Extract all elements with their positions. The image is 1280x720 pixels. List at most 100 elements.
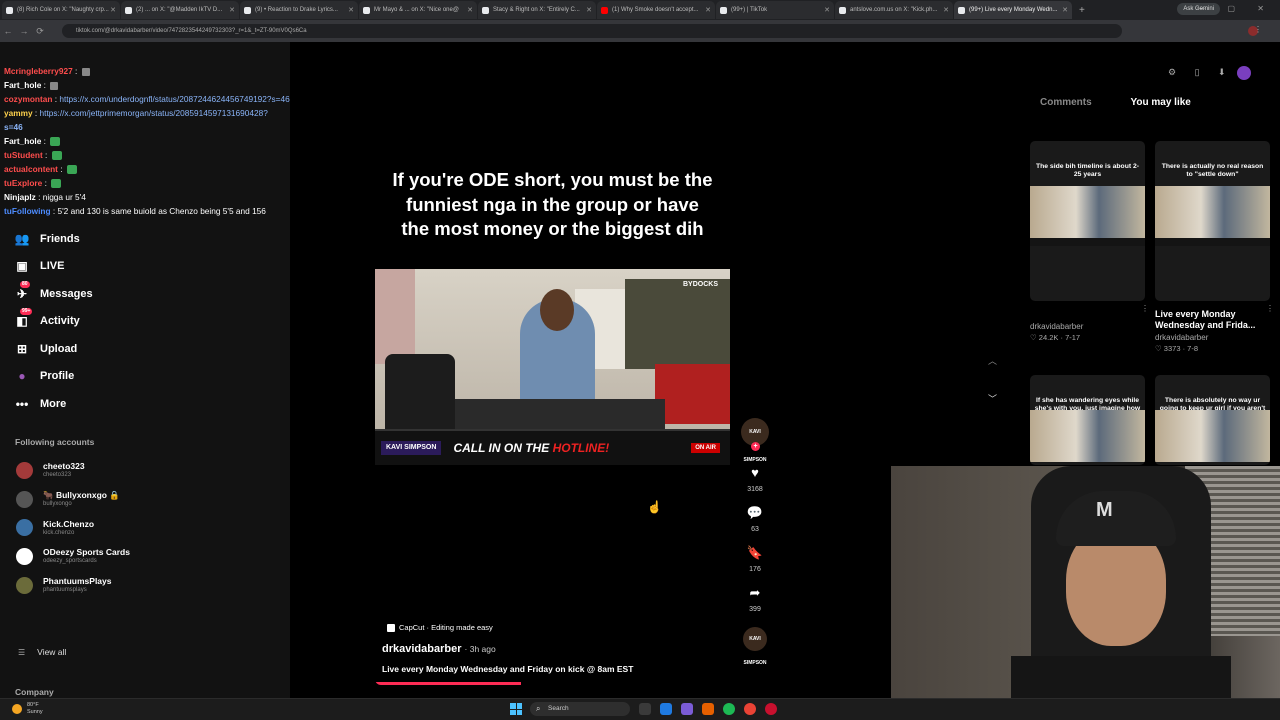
close-tab-icon[interactable]: ✕ — [1062, 6, 1068, 14]
follow-plus-icon[interactable]: + — [751, 442, 760, 451]
chat-username[interactable]: tuFollowing — [4, 206, 51, 216]
browser-tab[interactable]: (9) • Reaction to Drake Lyrics... ✕ — [240, 1, 358, 19]
windows-start-icon[interactable] — [510, 703, 522, 715]
tab-comments[interactable]: Comments — [1040, 97, 1092, 108]
avatar — [16, 576, 33, 594]
capcut-tag[interactable]: CapCut · Editing made easy — [387, 623, 493, 632]
banner-name: KAVI SIMPSON — [381, 441, 442, 455]
video-thumbnail[interactable]: There is actually no real reason to "set… — [1155, 141, 1270, 301]
rec-author[interactable]: drkavidabarber — [1030, 322, 1145, 331]
thumbnail-banner — [1155, 238, 1270, 246]
browser-tab[interactable]: (8) Rich Cole on X: "Naughty crp... ✕ — [2, 1, 120, 19]
reload-icon[interactable]: ⟳ — [32, 26, 48, 37]
sidebar-item-messages[interactable]: ✈ 80 Messages — [14, 280, 93, 308]
chat-username[interactable]: Mcringleberry927 — [4, 66, 73, 76]
rec-author[interactable]: drkavidabarber — [1155, 333, 1270, 342]
chat-username[interactable]: Fart_hole — [4, 80, 41, 90]
close-tab-icon[interactable]: ✕ — [705, 6, 711, 14]
more-options-icon[interactable]: ⋮ — [1266, 304, 1274, 313]
close-tab-icon[interactable]: ✕ — [229, 6, 235, 14]
video-thumbnail[interactable]: There is absolutely no way ur going to k… — [1155, 375, 1270, 465]
chat-link[interactable]: https://x.com/underdognfl/status/2087244… — [59, 94, 289, 104]
save-button[interactable]: 🔖 176 — [740, 546, 770, 574]
sidebar-item-more[interactable]: ••• More — [14, 390, 93, 418]
back-icon[interactable]: ← — [0, 26, 16, 36]
browser-tab[interactable]: (2) ... on X: "@Madden IkTV D... ✕ — [121, 1, 239, 19]
browser-tab[interactable]: antslove.com.us on X: "Kick.ph... ✕ — [835, 1, 953, 19]
header-icons[interactable]: ⚙ ▯ ⬇ — [1168, 67, 1234, 78]
close-tab-icon[interactable]: ✕ — [586, 6, 592, 14]
spotify-icon[interactable] — [723, 703, 735, 715]
creator-avatar[interactable]: KAVI SIMPSON + — [741, 418, 769, 463]
edge-icon[interactable] — [660, 703, 672, 715]
firefox-icon[interactable] — [702, 703, 714, 715]
file-explorer-icon[interactable] — [639, 703, 651, 715]
view-all-button[interactable]: ☰ View all — [18, 647, 66, 657]
browser-tab[interactable]: (1) Why Smoke doesn't accept... ✕ — [597, 1, 715, 19]
recommended-video[interactable]: The side bih timeline is about 2-25 year… — [1030, 141, 1149, 342]
taskbar-search[interactable]: Search — [530, 702, 630, 716]
recommended-video[interactable]: If she has wandering eyes while she's wi… — [1030, 375, 1145, 465]
chat-username[interactable]: tuStudent — [4, 150, 43, 160]
account-handle: kick.chenzo — [43, 529, 75, 536]
live-icon: ▣ — [16, 259, 28, 274]
app-icon[interactable] — [765, 703, 777, 715]
like-count: 3168 — [747, 486, 763, 493]
close-tab-icon[interactable]: ✕ — [467, 6, 473, 14]
sidebar-item-activity[interactable]: ◧ 99+ Activity — [14, 308, 93, 336]
following-account[interactable]: 🐂 Bullyxonxgo 🔒 bullyxongo — [16, 485, 130, 514]
sidebar-item-profile[interactable]: ● Profile — [14, 363, 93, 391]
forward-icon[interactable]: → — [16, 26, 32, 36]
share-button[interactable]: ➦ 399 — [740, 586, 770, 614]
sidebar-item-live[interactable]: ▣ LIVE — [14, 253, 93, 281]
rec-title[interactable]: Live every Monday Wednesday and Frida... — [1155, 309, 1270, 331]
browser-tab[interactable]: Mr Mayo & ... on X: "Nice one@ ✕ — [359, 1, 477, 19]
chat-username[interactable]: yammy — [4, 108, 33, 118]
following-account[interactable]: cheeto323 cheeto323 — [16, 456, 130, 485]
following-account[interactable]: Kick.Chenzo kick.chenzo — [16, 513, 130, 542]
close-tab-icon[interactable]: ✕ — [348, 6, 354, 14]
sidebar-item-upload[interactable]: ⊞ Upload — [14, 335, 93, 363]
close-tab-icon[interactable]: ✕ — [110, 6, 116, 14]
weather-widget[interactable]: 80°F Sunny — [12, 702, 43, 716]
browser-tab[interactable]: Stacy & Right on X: "Entirely C... ✕ — [478, 1, 596, 19]
following-account[interactable]: ODeezy Sports Cards odeezy_sportscards — [16, 542, 130, 571]
chat-username[interactable]: actualcontent — [4, 164, 58, 174]
recommended-video[interactable]: There is absolutely no way ur going to k… — [1155, 375, 1270, 465]
sidebar-item-label: Profile — [40, 370, 75, 383]
following-account[interactable]: PhantuumsPlays phantuumsplays — [16, 571, 130, 600]
browser-tab[interactable]: (99+) | TikTok ✕ — [716, 1, 834, 19]
comment-button[interactable]: 💬 63 — [740, 506, 770, 534]
window-controls[interactable]: — ▢ ✕ — [1197, 4, 1274, 13]
video-thumbnail[interactable]: If she has wandering eyes while she's wi… — [1030, 375, 1145, 465]
chevron-up-icon[interactable]: ︿ — [988, 342, 997, 380]
chat-username[interactable]: s=46 — [4, 122, 23, 132]
browser-tab[interactable]: (99+) Live every Monday Wedn... ✕ — [954, 1, 1072, 19]
chat-separator: : — [32, 108, 40, 118]
chat-link[interactable]: https://x.com/jettprimemorgan/status/208… — [40, 108, 268, 118]
browser-menu-icon[interactable]: ⋮ — [1254, 25, 1270, 34]
close-tab-icon[interactable]: ✕ — [824, 6, 830, 14]
video-player[interactable]: If you're ODE short, you must be the fun… — [375, 53, 730, 685]
video-thumbnail[interactable]: The side bih timeline is about 2-25 year… — [1030, 141, 1145, 301]
new-tab-button[interactable]: + — [1079, 5, 1085, 16]
video-author[interactable]: drkavidabarber · 3h ago — [382, 643, 496, 655]
teams-icon[interactable] — [681, 703, 693, 715]
chat-username[interactable]: Fart_hole — [4, 136, 41, 146]
more-options-icon[interactable]: ⋮ — [1141, 304, 1149, 313]
tab-you-may-like[interactable]: You may like — [1130, 97, 1190, 108]
recommended-video[interactable]: There is actually no real reason to "set… — [1155, 141, 1274, 353]
music-disc[interactable]: KAVI SIMPSON — [743, 627, 767, 666]
video-progress-bar[interactable] — [375, 682, 521, 685]
cap-logo: M — [1096, 499, 1113, 521]
tab-favicon-icon — [125, 6, 132, 14]
chat-username[interactable]: tuExplore — [4, 178, 42, 188]
close-tab-icon[interactable]: ✕ — [943, 6, 949, 14]
chat-username[interactable]: Ninjaplz — [4, 192, 36, 202]
chevron-down-icon[interactable]: ﹀ — [988, 380, 997, 418]
chat-username[interactable]: cozymontan — [4, 94, 52, 104]
sidebar-item-friends[interactable]: 👥 Friends — [14, 225, 93, 253]
url-input[interactable]: tiktok.com/@drkavidabarber/video/7472823… — [62, 24, 1122, 38]
chrome-icon[interactable] — [744, 703, 756, 715]
user-avatar[interactable] — [1237, 66, 1251, 80]
